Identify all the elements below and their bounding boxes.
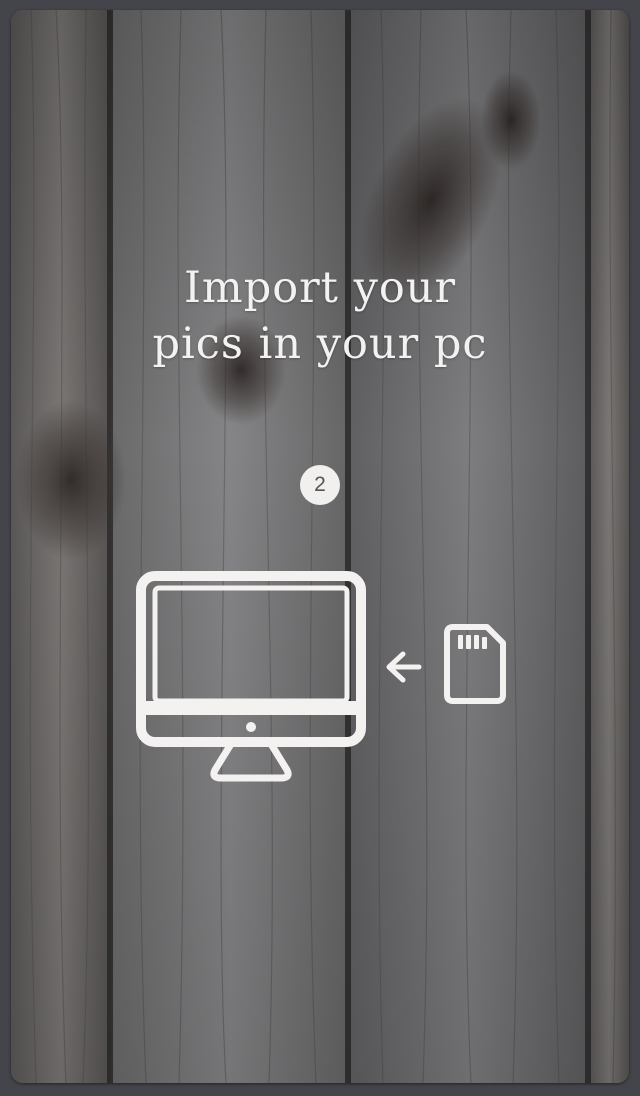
wood-background: [11, 10, 629, 1083]
title-line-2: pics in your pc: [152, 319, 488, 369]
app-frame: Import your pics in your pc 2: [0, 0, 640, 1096]
arrow-left-icon: [386, 651, 422, 683]
onboarding-title: Import your pics in your pc: [11, 260, 629, 372]
onboarding-card[interactable]: Import your pics in your pc 2: [11, 10, 629, 1083]
step-number-badge: 2: [300, 465, 340, 505]
sd-card-icon: [444, 624, 506, 704]
desktop-monitor-icon: [136, 571, 366, 782]
title-line-1: Import your: [183, 263, 457, 313]
